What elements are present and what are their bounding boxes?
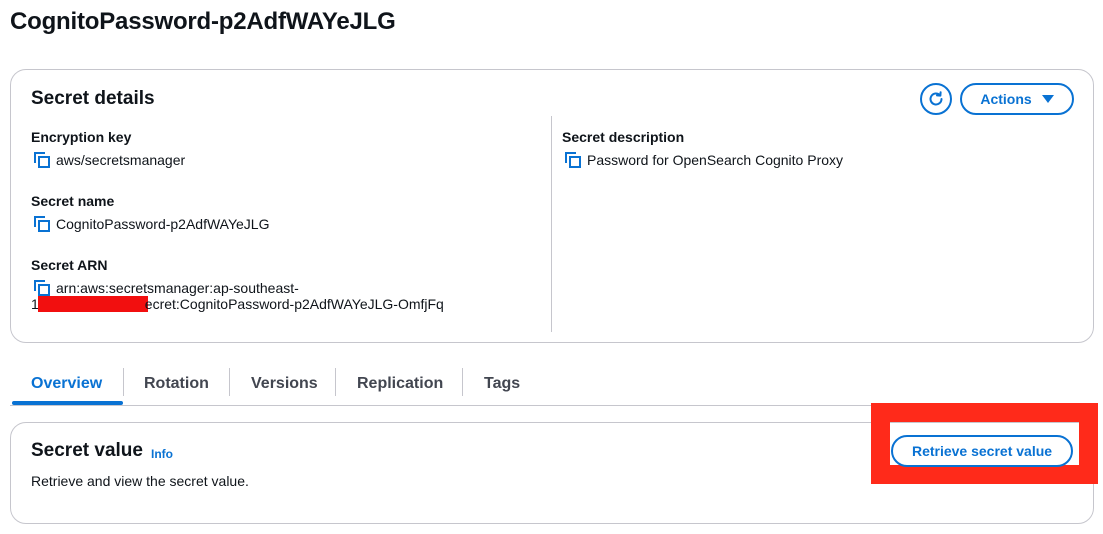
secret-description-field: Secret description Password for OpenSear… [562, 129, 843, 170]
tab-separator [229, 368, 230, 396]
secret-value-description: Retrieve and view the secret value. [31, 473, 249, 489]
column-divider [551, 116, 552, 332]
actions-label: Actions [980, 91, 1032, 107]
secret-description-value: Password for OpenSearch Cognito Proxy [587, 152, 844, 168]
active-tab-indicator [12, 401, 123, 405]
actions-dropdown-button[interactable]: Actions [960, 83, 1074, 115]
encryption-key-value: aws/secretsmanager [56, 152, 186, 168]
secret-arn-line2: 1 ecret:CognitoPassword-p2AdfWAYeJLG-Omfj… [31, 294, 444, 314]
encryption-key-label: Encryption key [31, 129, 132, 145]
copy-icon[interactable] [565, 152, 581, 168]
refresh-icon [929, 91, 943, 106]
tab-rotation[interactable]: Rotation [144, 364, 209, 404]
tab-overview[interactable]: Overview [31, 364, 102, 404]
tab-tags[interactable]: Tags [484, 364, 520, 404]
secret-value-title: Secret value [31, 440, 143, 461]
page-title: CognitoPassword-p2AdfWAYeJLG [10, 8, 396, 35]
secret-name-value: CognitoPassword-p2AdfWAYeJLG [56, 216, 270, 232]
secret-details-title: Secret details [31, 88, 155, 109]
copy-icon[interactable] [34, 216, 50, 232]
tab-bar: Overview Rotation Versions Replication T… [10, 364, 1094, 406]
retrieve-secret-value-button[interactable]: Retrieve secret value [891, 435, 1073, 467]
secret-name-field: Secret name CognitoPassword-p2AdfWAYeJLG [31, 193, 269, 234]
secret-arn-label: Secret ARN [31, 257, 108, 273]
secret-arn-suffix: ecret:CognitoPassword-p2AdfWAYeJLG-OmfjF… [144, 296, 444, 312]
tab-replication[interactable]: Replication [357, 364, 443, 404]
tab-versions[interactable]: Versions [251, 364, 318, 404]
secret-arn-field: Secret ARN arn:aws:secretsmanager:ap-sou… [31, 257, 299, 298]
redaction-bar [37, 296, 148, 312]
info-link[interactable]: Info [151, 447, 173, 461]
secret-details-panel: Secret details Actions Encryption key aw… [10, 69, 1094, 343]
tab-separator [123, 368, 124, 396]
secret-name-label: Secret name [31, 193, 115, 209]
refresh-button[interactable] [920, 83, 952, 115]
secret-description-label: Secret description [562, 129, 685, 145]
tab-separator [335, 368, 336, 396]
caret-down-icon [1041, 95, 1054, 103]
tab-separator [462, 368, 463, 396]
encryption-key-field: Encryption key aws/secretsmanager [31, 129, 185, 170]
copy-icon[interactable] [34, 152, 50, 168]
